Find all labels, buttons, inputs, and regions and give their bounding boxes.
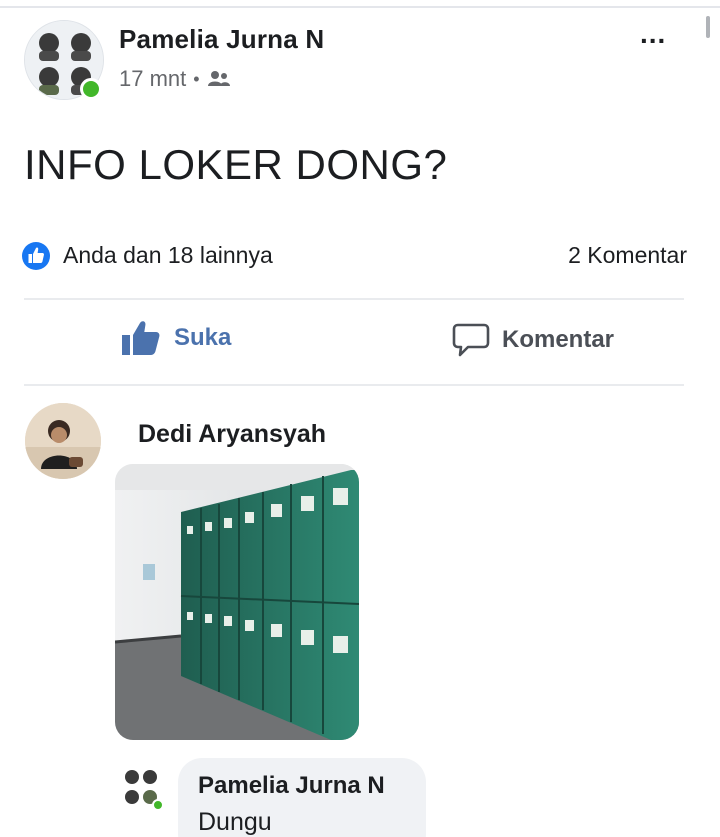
post-time[interactable]: 17 mnt (119, 66, 186, 92)
comment-count[interactable]: 2 Komentar (568, 242, 687, 269)
reply-author-avatar[interactable] (120, 765, 164, 811)
reply-text: Dungu (198, 808, 272, 836)
meta-separator: • (193, 68, 200, 89)
online-status-indicator (80, 78, 102, 100)
like-button[interactable]: Suka (120, 318, 231, 358)
divider (24, 298, 684, 300)
divider (24, 384, 684, 386)
reply-author-name[interactable]: Pamelia Jurna N (198, 772, 385, 800)
top-border (0, 6, 720, 8)
commenter-avatar-image (25, 403, 101, 479)
reply-avatar-image (120, 765, 164, 811)
friends-icon[interactable] (207, 69, 231, 89)
more-options-button[interactable]: ... (640, 18, 666, 50)
thumbs-up-icon (122, 321, 160, 355)
like-icon (22, 242, 50, 270)
comment-button-label: Komentar (502, 326, 615, 353)
commenter-name[interactable]: Dedi Aryansyah (138, 420, 326, 449)
comment-button[interactable]: Komentar (452, 322, 614, 358)
comment-photo-lockers[interactable] (115, 464, 359, 740)
comment-bubble-icon (452, 323, 490, 357)
scrollbar-thumb[interactable] (706, 16, 710, 38)
like-button-label: Suka (174, 324, 232, 351)
post-meta: 17 mnt • (119, 66, 231, 92)
commenter-avatar[interactable] (25, 403, 101, 479)
reaction-summary[interactable]: Anda dan 18 lainnya (63, 242, 273, 269)
locker-photo-image (115, 464, 359, 740)
post-body-text: INFO LOKER DONG? (24, 141, 448, 188)
post-author-name[interactable]: Pamelia Jurna N (119, 24, 324, 55)
